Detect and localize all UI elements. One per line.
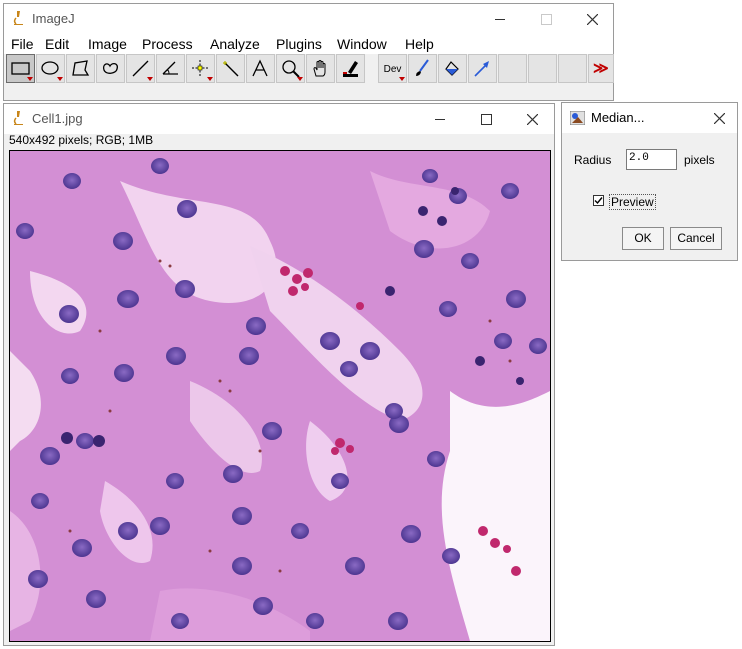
dropdown-indicator-icon bbox=[147, 77, 153, 81]
minimize-icon bbox=[435, 118, 445, 120]
imagej-dialog-icon bbox=[570, 111, 585, 125]
menu-process[interactable]: Process bbox=[142, 34, 193, 54]
menu-image[interactable]: Image bbox=[88, 34, 127, 54]
radius-unit-label: pixels bbox=[684, 153, 715, 167]
imagej-main-window: ImageJ File Edit Image Process Analyze P… bbox=[3, 3, 614, 101]
rectangle-tool-icon bbox=[11, 62, 30, 75]
minimize-button[interactable] bbox=[417, 104, 463, 134]
wand-tool-icon bbox=[223, 61, 239, 77]
dropdown-indicator-icon bbox=[27, 77, 33, 81]
angle-tool[interactable] bbox=[156, 54, 185, 83]
main-title-bar[interactable]: ImageJ bbox=[4, 4, 613, 34]
minimize-button[interactable] bbox=[477, 4, 523, 34]
menu-help[interactable]: Help bbox=[405, 34, 434, 54]
dropdown-indicator-icon bbox=[207, 77, 213, 81]
cancel-button[interactable]: Cancel bbox=[670, 227, 722, 250]
maximize-icon bbox=[540, 13, 552, 25]
color-picker-tool[interactable] bbox=[336, 54, 365, 83]
maximize-button bbox=[523, 4, 569, 34]
image-canvas[interactable] bbox=[9, 150, 551, 642]
arrow-tool-icon bbox=[474, 61, 489, 77]
menu-window[interactable]: Window bbox=[337, 34, 387, 54]
oval-tool[interactable] bbox=[36, 54, 65, 83]
close-button[interactable] bbox=[509, 104, 555, 134]
arrow-tool[interactable] bbox=[468, 54, 497, 83]
main-window-title: ImageJ bbox=[32, 11, 75, 26]
empty-tool-slot bbox=[528, 54, 557, 83]
line-tool[interactable] bbox=[126, 54, 155, 83]
median-dialog: Median... Radius 2.0 pixels Preview OK C… bbox=[561, 102, 738, 261]
empty-tool-slot bbox=[558, 54, 587, 83]
microscope-icon bbox=[13, 111, 23, 125]
wand-tool[interactable] bbox=[216, 54, 245, 83]
preview-label[interactable]: Preview bbox=[609, 194, 656, 210]
magnifier-tool[interactable] bbox=[276, 54, 305, 83]
close-icon bbox=[586, 13, 598, 25]
color-picker-tool-icon bbox=[343, 61, 358, 77]
freehand-tool[interactable] bbox=[96, 54, 125, 83]
oval-tool-icon bbox=[41, 61, 59, 75]
close-icon bbox=[526, 113, 538, 125]
maximize-button[interactable] bbox=[463, 104, 509, 134]
checkmark-icon bbox=[594, 197, 603, 205]
developer-menu-icon: Dev bbox=[384, 64, 402, 75]
more-tools-icon: ≫ bbox=[593, 60, 609, 77]
magnifier-tool-icon bbox=[282, 60, 300, 78]
freehand-tool-icon bbox=[102, 62, 118, 74]
minimize-icon bbox=[495, 18, 505, 20]
dialog-title-bar[interactable]: Median... bbox=[562, 103, 737, 133]
dev-label: Dev bbox=[384, 64, 402, 75]
line-tool-icon bbox=[132, 60, 149, 77]
dropdown-indicator-icon bbox=[57, 77, 63, 81]
close-button[interactable] bbox=[699, 103, 739, 133]
toolbar: Dev ≫ bbox=[6, 54, 614, 85]
polygon-tool[interactable] bbox=[66, 54, 95, 83]
menu-analyze[interactable]: Analyze bbox=[210, 34, 260, 54]
histology-image bbox=[10, 151, 550, 641]
developer-menu-tool[interactable]: Dev bbox=[378, 54, 407, 83]
image-window: Cell1.jpg 540x492 pixels; RGB; 1MB bbox=[3, 103, 555, 646]
polygon-tool-icon bbox=[72, 60, 90, 76]
menu-bar: File Edit Image Process Analyze Plugins … bbox=[4, 34, 613, 54]
menu-edit[interactable]: Edit bbox=[45, 34, 69, 54]
rectangle-tool[interactable] bbox=[6, 54, 35, 83]
point-tool[interactable] bbox=[186, 54, 215, 83]
image-window-title: Cell1.jpg bbox=[32, 111, 83, 126]
image-title-bar[interactable]: Cell1.jpg bbox=[4, 104, 554, 134]
preview-checkbox[interactable] bbox=[593, 195, 604, 206]
flood-fill-tool-icon bbox=[445, 61, 459, 76]
menu-plugins[interactable]: Plugins bbox=[276, 34, 322, 54]
dialog-title: Median... bbox=[591, 110, 645, 125]
hand-tool[interactable] bbox=[306, 54, 335, 83]
more-tools-button[interactable]: ≫ bbox=[588, 54, 614, 83]
dropdown-indicator-icon bbox=[297, 77, 303, 81]
flood-fill-tool[interactable] bbox=[438, 54, 467, 83]
close-button[interactable] bbox=[569, 4, 615, 34]
microscope-icon bbox=[13, 11, 23, 25]
menu-file[interactable]: File bbox=[11, 34, 34, 54]
dropdown-indicator-icon bbox=[399, 77, 405, 81]
image-info-text: 540x492 pixels; RGB; 1MB bbox=[9, 133, 154, 147]
radius-input[interactable]: 2.0 bbox=[626, 149, 677, 170]
empty-tool-slot bbox=[498, 54, 527, 83]
hand-tool-icon bbox=[313, 60, 326, 77]
brush-tool[interactable] bbox=[408, 54, 437, 83]
text-tool-icon bbox=[252, 59, 268, 77]
close-icon bbox=[713, 112, 725, 124]
ok-button[interactable]: OK bbox=[622, 227, 664, 250]
brush-tool-icon bbox=[416, 59, 429, 76]
text-tool[interactable] bbox=[246, 54, 275, 83]
maximize-icon bbox=[480, 113, 492, 125]
radius-label: Radius bbox=[574, 153, 612, 167]
angle-tool-icon bbox=[162, 61, 178, 75]
point-tool-icon bbox=[192, 60, 208, 76]
